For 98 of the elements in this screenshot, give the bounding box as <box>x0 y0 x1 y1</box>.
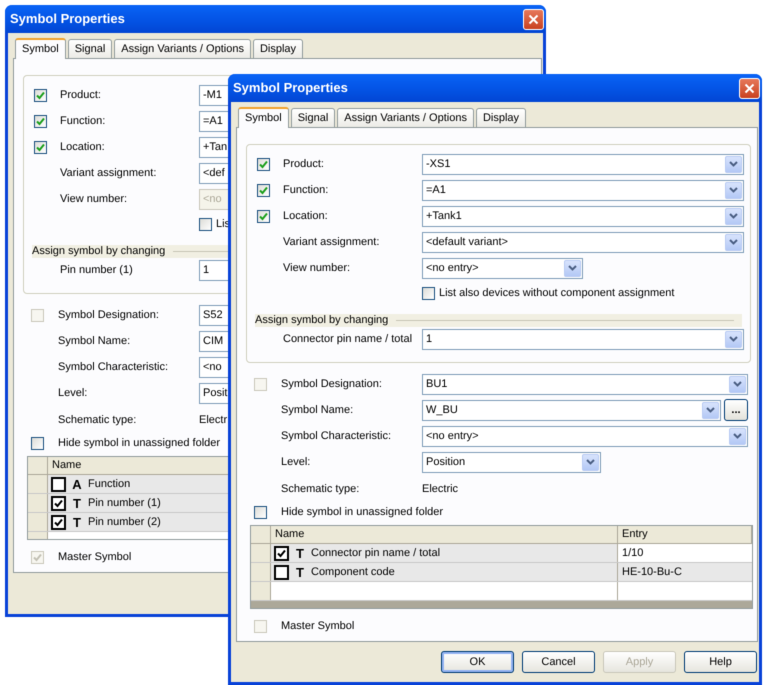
field-label: Symbol Name: <box>281 402 354 418</box>
checkmark-icon <box>259 160 268 168</box>
field-label: Variant assignment: <box>283 234 380 250</box>
checkmark-icon <box>54 498 63 508</box>
checkmark-icon <box>277 548 286 558</box>
field-value: Electr <box>199 412 228 428</box>
type-glyph: T <box>72 514 82 530</box>
field-label: Symbol Name: <box>58 334 132 349</box>
checkbox[interactable] <box>51 496 66 510</box>
attribute-name: Pin number (2) <box>88 514 161 530</box>
dropdown[interactable]: =A1 <box>422 180 744 200</box>
dialog-button[interactable]: OK <box>441 651 514 673</box>
checkbox[interactable] <box>31 436 44 450</box>
checkbox[interactable] <box>274 564 289 580</box>
dropdown[interactable]: +Tank1 <box>422 206 744 226</box>
tab[interactable]: Symbol <box>15 38 66 59</box>
checkbox[interactable] <box>274 546 289 560</box>
tab[interactable]: Display <box>252 39 304 58</box>
tab[interactable]: Display <box>476 108 526 127</box>
close-icon <box>744 82 755 94</box>
checkbox-label: Master Symbol <box>58 550 132 565</box>
field-label: Schematic type: <box>281 482 360 497</box>
field-label: Symbol Designation: <box>58 308 160 323</box>
dialog-button[interactable]: Cancel <box>522 651 595 673</box>
table-row[interactable]: T Connector pin name / total 1/10 <box>251 544 752 563</box>
close-button[interactable] <box>523 8 544 30</box>
type-glyph: T <box>295 564 305 580</box>
dropdown[interactable]: W_BU <box>422 400 721 420</box>
tab[interactable]: Symbol <box>238 107 289 128</box>
attribute-name: Pin number (1) <box>88 496 161 511</box>
field-label: Function: <box>283 182 330 198</box>
dialog-button[interactable]: Help <box>684 651 757 673</box>
dropdown[interactable]: -XS1 <box>422 154 744 174</box>
type-glyph: A <box>72 476 82 492</box>
checkbox[interactable] <box>257 210 270 222</box>
checkbox-label: Hide symbol in unassigned folder <box>281 504 444 520</box>
checkbox[interactable] <box>254 506 267 518</box>
checkmark-icon <box>36 142 45 152</box>
dropdown[interactable]: <no entry> <box>422 258 583 278</box>
dropdown[interactable]: Position <box>422 452 601 472</box>
tab[interactable]: Signal <box>68 39 112 58</box>
checkbox[interactable] <box>199 218 212 230</box>
field-label: View number: <box>283 260 352 276</box>
field-label: Product: <box>60 88 102 103</box>
checkbox-label: List also devices without component assignment <box>439 286 674 301</box>
checkbox[interactable] <box>34 88 47 102</box>
checkmark-icon <box>54 518 63 526</box>
checkbox[interactable] <box>51 476 66 492</box>
checkbox-label: Hide symbol in unassigned folder <box>58 436 220 451</box>
checkbox[interactable] <box>422 286 435 300</box>
checkbox[interactable] <box>51 514 66 530</box>
field-label: Function: <box>60 114 106 129</box>
field-label: Schematic type: <box>58 412 138 428</box>
field-label: Connector pin name / total <box>283 332 414 347</box>
field-label: Symbol Characteristic: <box>281 428 392 444</box>
checkbox[interactable] <box>257 158 270 170</box>
field-label: Pin number (1) <box>60 262 134 278</box>
field-label: View number: <box>60 192 128 207</box>
column-header[interactable]: Entry <box>618 526 752 543</box>
section-heading: Assign symbol by changing <box>255 314 388 327</box>
browse-button[interactable]: ... <box>724 399 748 421</box>
checkbox[interactable] <box>34 140 47 154</box>
attribute-name: Function <box>88 476 130 492</box>
attribute-name: Component code <box>311 564 395 580</box>
checkbox[interactable] <box>257 184 270 196</box>
field-label: Location: <box>283 208 329 224</box>
checkmark-icon <box>259 212 268 220</box>
window-title: Symbol Properties <box>10 10 125 28</box>
dropdown[interactable]: <default variant> <box>422 232 744 252</box>
field-label: Symbol Designation: <box>281 376 383 392</box>
checkmark-icon <box>33 552 42 562</box>
tab[interactable]: Assign Variants / Options <box>337 108 474 127</box>
field-label: Variant assignment: <box>60 166 158 181</box>
table-cell: 1/10 <box>618 544 752 562</box>
field-label: Symbol Characteristic: <box>58 360 170 375</box>
checkbox[interactable] <box>34 114 47 128</box>
close-button[interactable] <box>739 78 760 98</box>
column-header[interactable]: Name <box>271 526 618 543</box>
checkmark-icon <box>36 90 45 100</box>
field-label: Product: <box>283 156 325 172</box>
checkmark-icon <box>259 186 268 194</box>
checkbox-label: Master Symbol <box>281 618 354 634</box>
tab[interactable]: Signal <box>290 108 336 127</box>
field-label: Level: <box>281 454 312 470</box>
checkmark-icon <box>36 116 45 126</box>
field-label: Level: <box>58 386 88 401</box>
dropdown[interactable]: 1 <box>422 328 744 350</box>
field-label: Location: <box>60 140 106 155</box>
close-icon <box>528 14 539 24</box>
field-value: Electric <box>422 482 458 497</box>
type-glyph: T <box>72 496 82 510</box>
section-heading: Assign symbol by changing <box>32 245 166 258</box>
attribute-name: Connector pin name / total <box>311 546 440 561</box>
type-glyph: T <box>295 546 305 560</box>
window-title: Symbol Properties <box>233 79 348 98</box>
table-row[interactable]: T Component code HE-10-Bu-C <box>251 563 752 582</box>
dropdown[interactable]: <no entry> <box>422 426 748 446</box>
tab[interactable]: Assign Variants / Options <box>114 39 251 58</box>
